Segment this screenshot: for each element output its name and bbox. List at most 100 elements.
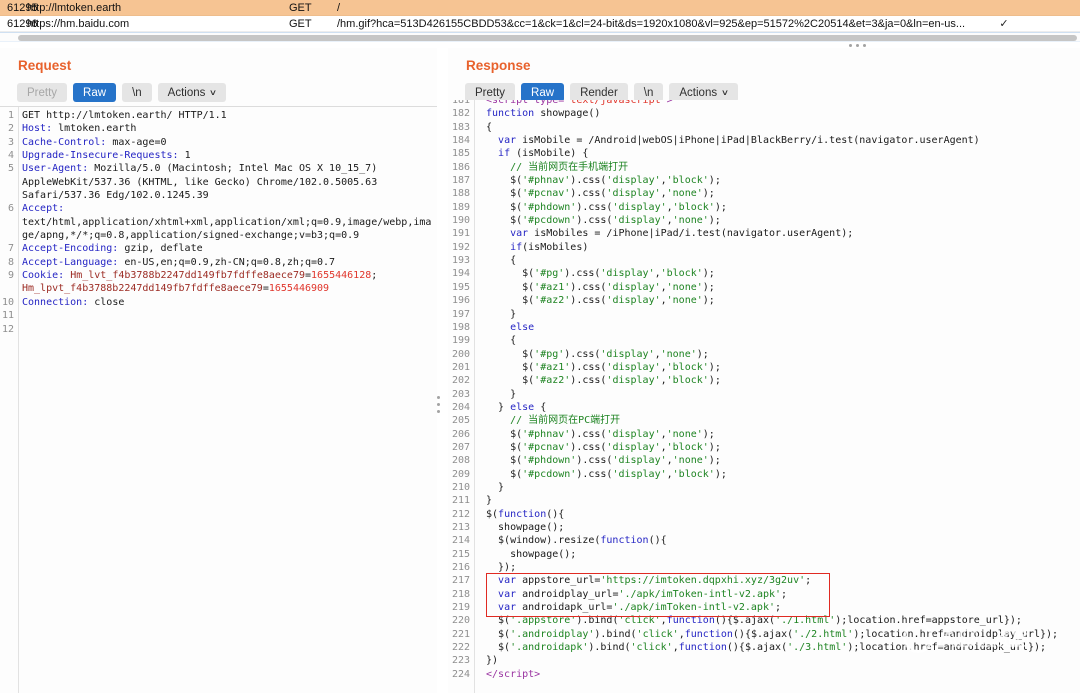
code-line: 198 else [448, 321, 1080, 334]
code-line: 221 $('.androidplay').bind('click',funct… [448, 628, 1080, 641]
code-line: 196 $('#az2').css('display','none'); [448, 294, 1080, 307]
code-line: 211} [448, 494, 1080, 507]
params-check-icon: ✓ [973, 17, 1035, 30]
row-method: GET [289, 2, 337, 14]
code-line: 201 $('#az1').css('display','block'); [448, 361, 1080, 374]
response-raw-text: 181<script type='text/javascript'>182fun… [448, 100, 1080, 681]
code-line: 7Accept-Encoding: gzip, deflate [0, 242, 437, 255]
tab-label: Raw [531, 87, 554, 99]
tab-pretty[interactable]: Pretty [17, 83, 67, 102]
tab-label: Pretty [475, 87, 505, 99]
code-line: 182function showpage() [448, 107, 1080, 120]
code-line: 220 $('.appstore').bind('click',function… [448, 614, 1080, 627]
code-line: 193 { [448, 254, 1080, 267]
code-line: 8Accept-Language: en-US,en;q=0.9,zh-CN;q… [0, 256, 437, 269]
code-line: 185 if (isMobile) { [448, 147, 1080, 160]
request-raw-text: 1GET http://lmtoken.earth/ HTTP/1.12Host… [0, 109, 437, 336]
code-line: 197 } [448, 308, 1080, 321]
code-line: 2Host: lmtoken.earth [0, 122, 437, 135]
row-path: /hm.gif?hca=513D426155CBDD53&cc=1&ck=1&c… [337, 18, 973, 30]
code-line: 202 $('#az2').css('display','block'); [448, 374, 1080, 387]
code-line: 188 $('#pcnav').css('display','none'); [448, 187, 1080, 200]
tab-n[interactable]: \n [122, 83, 152, 102]
code-line: 11 [0, 309, 437, 322]
history-row[interactable]: 61295http://lmtoken.earthGET/ [0, 0, 1080, 16]
row-host: http://lmtoken.earth [27, 2, 289, 14]
code-line: 209 $('#pcdown').css('display','block'); [448, 468, 1080, 481]
code-line: 207 $('#pcnav').css('display','block'); [448, 441, 1080, 454]
code-line: ge/apng,*/*;q=0.8,application/signed-exc… [0, 229, 437, 242]
code-line: 210 } [448, 481, 1080, 494]
splitter-grip-icon[interactable] [437, 396, 440, 413]
vertical-splitter[interactable] [436, 48, 448, 693]
row-host: https://hm.baidu.com [27, 18, 289, 30]
code-line: 12 [0, 323, 437, 336]
code-line: 217 var appstore_url='https://imtoken.dq… [448, 574, 1080, 587]
request-panel: Request Pretty Raw \n Actions∨ 1GET http://… [0, 48, 437, 693]
code-line: 194 $('#pg').css('display','block'); [448, 267, 1080, 280]
tab-label: Actions [168, 87, 206, 99]
code-line: 186 // 当前网页在手机端打开 [448, 161, 1080, 174]
code-line: 10Connection: close [0, 296, 437, 309]
tab-actions[interactable]: Actions∨ [158, 83, 227, 102]
row-method: GET [289, 18, 337, 30]
history-horizontal-scrollbar[interactable] [0, 32, 1080, 42]
code-line: 189 $('#phdown').css('display','block'); [448, 201, 1080, 214]
splitter-grip-icon[interactable] [849, 44, 866, 47]
code-line: 5User-Agent: Mozilla/5.0 (Macintosh; Int… [0, 162, 437, 175]
code-line: 213 showpage(); [448, 521, 1080, 534]
http-history-table: 61295http://lmtoken.earthGET/61296https:… [0, 0, 1080, 32]
tab-label: Pretty [27, 87, 57, 99]
code-line: 190 $('#pcdown').css('display','none'); [448, 214, 1080, 227]
scrollbar-thumb[interactable] [18, 35, 1077, 41]
code-line: 6Accept: [0, 202, 437, 215]
history-row[interactable]: 61296https://hm.baidu.comGET/hm.gif?hca=… [0, 16, 1080, 32]
code-line: 1GET http://lmtoken.earth/ HTTP/1.1 [0, 109, 437, 122]
code-line: Safari/537.36 Edg/102.0.1245.39 [0, 189, 437, 202]
code-line: 218 var androidplay_url='./apk/imToken-i… [448, 588, 1080, 601]
code-line: Hm_lpvt_f4b3788b2247dd149fb7fdffe8aece79… [0, 282, 437, 295]
code-line: 208 $('#phdown').css('display','none'); [448, 454, 1080, 467]
response-panel-title: Response [466, 58, 531, 73]
code-line: 215 showpage(); [448, 548, 1080, 561]
code-line: 203 } [448, 388, 1080, 401]
code-line: 9Cookie: Hm_lvt_f4b3788b2247dd149fb7fdff… [0, 269, 437, 282]
code-line: 204 } else { [448, 401, 1080, 414]
tab-label: Actions [679, 87, 717, 99]
response-editor[interactable]: 181<script type='text/javascript'>182fun… [448, 100, 1080, 693]
request-panel-title: Request [18, 58, 71, 73]
code-line: 200 $('#pg').css('display','none'); [448, 348, 1080, 361]
row-path: / [337, 2, 973, 14]
request-tabbar: Pretty Raw \n Actions∨ [17, 83, 226, 102]
chevron-down-icon: ∨ [721, 89, 729, 97]
code-line: 214 $(window).resize(function(){ [448, 534, 1080, 547]
tab-label: \n [644, 87, 654, 99]
tab-raw[interactable]: Raw [73, 83, 116, 102]
code-line: 181<script type='text/javascript'> [448, 100, 1080, 107]
code-line: 219 var androidapk_url='./apk/imToken-in… [448, 601, 1080, 614]
chevron-down-icon: ∨ [209, 89, 217, 97]
response-panel: Response Pretty Raw Render \n Actions ∨ 181<s… [448, 48, 1080, 693]
code-line: 223}) [448, 654, 1080, 667]
tab-label: Render [580, 87, 618, 99]
gutter-divider [474, 100, 475, 693]
request-editor[interactable]: 1GET http://lmtoken.earth/ HTTP/1.12Host… [0, 106, 437, 693]
code-line: 3Cache-Control: max-age=0 [0, 136, 437, 149]
code-line: 216 }); [448, 561, 1080, 574]
code-line: 191 var isMobiles = /iPhone|iPad/i.test(… [448, 227, 1080, 240]
code-line: 199 { [448, 334, 1080, 347]
code-line: 205 // 当前网页在PC端打开 [448, 414, 1080, 427]
gutter-divider [18, 107, 19, 693]
code-line: 222 $('.androidapk').bind('click',functi… [448, 641, 1080, 654]
code-line: 192 if(isMobiles) [448, 241, 1080, 254]
code-line: 187 $('#phnav').css('display','block'); [448, 174, 1080, 187]
tab-label: Raw [83, 87, 106, 99]
code-line: 4Upgrade-Insecure-Requests: 1 [0, 149, 437, 162]
row-id: 61296 [0, 18, 27, 30]
code-line: 212$(function(){ [448, 508, 1080, 521]
code-line: 206 $('#phnav').css('display','none'); [448, 428, 1080, 441]
row-id: 61295 [0, 2, 27, 14]
code-line: text/html,application/xhtml+xml,applicat… [0, 216, 437, 229]
code-line: 183{ [448, 121, 1080, 134]
tab-label: \n [132, 87, 142, 99]
